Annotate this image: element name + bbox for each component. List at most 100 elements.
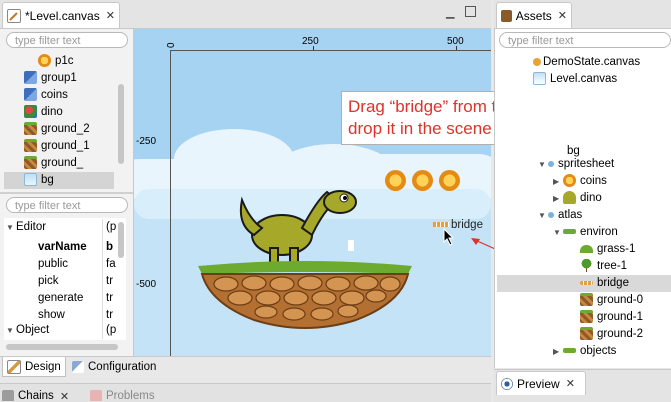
ground-island[interactable] [196, 258, 414, 332]
ruler-label-neg250: -250 [136, 136, 157, 147]
coin-sprite[interactable] [439, 170, 460, 191]
asset-item-dino[interactable]: ▶ dino [553, 190, 602, 207]
tree-icon [580, 259, 593, 273]
asset-item-tree-1[interactable]: tree-1 [580, 258, 627, 275]
coin-sprite[interactable] [412, 170, 433, 191]
tab-assets[interactable]: Assets ✕ [496, 2, 572, 28]
coin-sprite[interactable] [385, 170, 406, 191]
outline-item-p1c[interactable]: p1c [38, 53, 74, 70]
expand-down-icon[interactable]: ▼ [6, 322, 16, 339]
coin-icon [38, 54, 51, 68]
ruler-label-neg500: -500 [136, 279, 157, 290]
property-row-public[interactable]: public fa [38, 256, 124, 273]
outline-item-coins[interactable]: coins [24, 87, 68, 104]
asset-item-bg[interactable]: bg [567, 139, 580, 157]
grass-icon [580, 244, 593, 253]
outline-item-ground-2[interactable]: ground_2 [24, 121, 90, 138]
tab-preview[interactable]: Preview ✕ [496, 371, 586, 395]
outline-scrollbar[interactable] [118, 84, 124, 164]
panel-divider[interactable] [0, 192, 133, 194]
image-icon [24, 173, 37, 187]
tab-problems[interactable]: Problems [90, 387, 155, 401]
asset-item-ground-2[interactable]: ground-2 [580, 326, 643, 343]
section-icon [548, 211, 554, 218]
small-white-marker [348, 240, 354, 251]
expand-right-icon[interactable]: ▶ [553, 343, 563, 360]
asset-item-bridge[interactable]: bridge [580, 275, 629, 292]
axis-y-line [170, 50, 171, 356]
section-icon [548, 160, 554, 167]
group-icon [24, 88, 37, 102]
axis-x-line [170, 50, 491, 51]
close-icon[interactable]: ✕ [106, 9, 115, 22]
group-icon [24, 71, 37, 85]
maximize-icon[interactable] [465, 6, 476, 17]
asset-item-coins[interactable]: ▶ coins [553, 173, 607, 190]
lower-tabbar [0, 383, 491, 402]
outline-filter-input[interactable]: type filter text [6, 32, 128, 48]
ground-tile-icon [580, 327, 593, 341]
ruler-label-250: 250 [302, 36, 319, 47]
asset-item-ground-0[interactable]: ground-0 [580, 292, 643, 309]
tab-level-canvas[interactable]: *Level.canvas ✕ [2, 2, 120, 28]
asset-item-demostate[interactable]: DemoState.canvas [533, 54, 640, 71]
asset-item-grass-1[interactable]: grass-1 [580, 241, 635, 258]
tab-label: *Level.canvas [25, 8, 100, 23]
expand-down-icon[interactable]: ▼ [553, 224, 563, 241]
sprite-icon [24, 105, 37, 119]
expand-right-icon[interactable]: ▶ [553, 173, 563, 190]
asset-item-environ[interactable]: ▼ environ [553, 224, 618, 241]
atlas-icon [563, 348, 576, 354]
bridge-icon [580, 280, 593, 285]
property-column-divider [102, 219, 103, 339]
properties-scrollbar[interactable] [118, 222, 124, 258]
asset-item-level-canvas[interactable]: Level.canvas [533, 71, 617, 88]
property-row-pick[interactable]: pick tr [38, 273, 124, 290]
asset-item-spritesheet[interactable]: ▼ spritesheet [538, 156, 614, 173]
asset-item-ground-1[interactable]: ground-1 [580, 309, 643, 326]
expand-down-icon[interactable]: ▼ [538, 207, 548, 224]
bridge-drag-preview [433, 222, 449, 227]
ground-tile-icon [24, 156, 37, 170]
eye-icon [501, 377, 513, 390]
expand-down-icon[interactable]: ▼ [6, 219, 16, 236]
property-row-generate[interactable]: generate tr [38, 290, 124, 307]
outline-item-bg[interactable]: bg [24, 172, 54, 189]
property-row-varname[interactable]: varName b [38, 239, 124, 256]
close-icon[interactable]: ✕ [60, 390, 69, 401]
expand-right-icon[interactable]: ▶ [553, 190, 563, 207]
minimize-icon[interactable]: ▁ [446, 6, 454, 19]
outline-selection [4, 172, 114, 189]
asset-item-objects[interactable]: ▶ objects [553, 343, 616, 360]
problems-icon [90, 390, 102, 401]
canvas-file-icon [7, 8, 21, 23]
dino-icon [563, 191, 576, 205]
tab-configuration[interactable]: Configuration [68, 357, 166, 377]
asset-item-atlas[interactable]: ▼ atlas [538, 207, 582, 224]
canvas-file-icon [533, 72, 546, 86]
expand-down-icon[interactable]: ▼ [538, 156, 548, 173]
tab-chains[interactable]: Chains ✕ [2, 387, 69, 401]
outline-item-ground-1[interactable]: ground_1 [24, 138, 90, 155]
outline-item-dino[interactable]: dino [24, 104, 63, 121]
coin-icon [563, 174, 576, 188]
close-icon[interactable]: ✕ [566, 377, 575, 390]
outline-item-group1[interactable]: group1 [24, 70, 77, 87]
bridge-drag-label: bridge [451, 219, 483, 231]
outline-item-ground[interactable]: ground_ [24, 155, 83, 172]
assets-icon [501, 9, 512, 22]
ground-tile-icon [24, 122, 37, 136]
property-row-editor[interactable]: ▼ Editor (p [6, 219, 124, 236]
properties-hscrollbar[interactable] [6, 344, 118, 350]
dino-sprite[interactable] [232, 180, 362, 270]
tab-design[interactable]: Design [2, 357, 66, 377]
pencil-icon [7, 359, 21, 374]
mouse-cursor-icon [443, 228, 455, 246]
chains-icon [2, 390, 14, 401]
assets-filter-input[interactable]: type filter text [499, 32, 671, 48]
property-row-object[interactable]: ▼ Object (p [6, 322, 124, 339]
properties-filter-input[interactable]: type filter text [6, 197, 128, 213]
ground-tile-icon [580, 310, 593, 324]
ruler-tick-0: 0 [166, 42, 177, 48]
close-icon[interactable]: ✕ [558, 9, 567, 22]
